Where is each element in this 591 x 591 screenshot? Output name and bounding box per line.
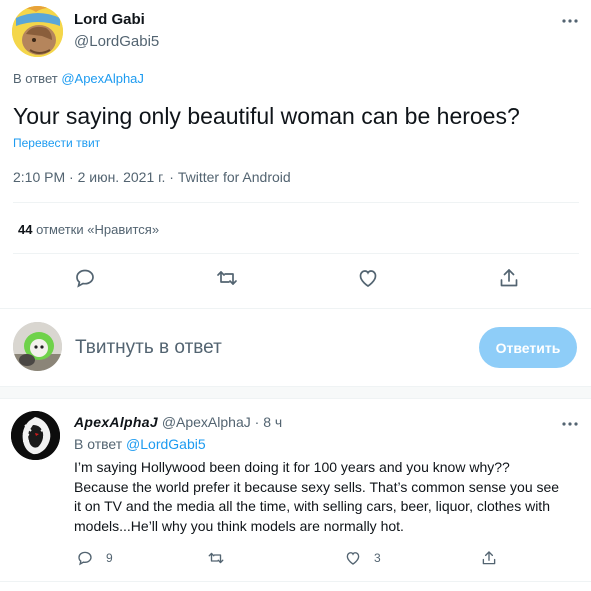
reply-reply-action[interactable]: 9 [76,548,113,568]
reply-time[interactable]: · 8 ч [255,414,283,430]
divider [13,253,579,254]
replying-prefix: В ответ [74,436,123,452]
replying-to-link[interactable]: @LordGabi5 [126,436,206,452]
tweet-text: Your saying only beautiful woman can be … [13,103,520,129]
section-separator [0,386,591,399]
translate-tweet-link[interactable]: Перевести твит [13,136,100,150]
reply-author-avatar[interactable] [11,411,60,460]
retweet-icon [208,552,224,564]
author-handle[interactable]: @LordGabi5 [74,33,159,50]
share-icon [482,551,496,565]
avatar-photo [13,322,62,371]
replying-to: В ответ @ApexAlphaJ [13,71,144,86]
reply-icon [78,551,92,566]
likes-summary[interactable]: 44 отметки «Нравится» [18,222,159,237]
reply-author-handle[interactable]: @ApexAlphaJ [162,414,251,430]
divider [0,581,591,582]
like-heart-icon[interactable] [356,266,380,290]
divider [0,308,591,309]
reply-author-name[interactable]: ApexAlphaJ [74,414,158,430]
reply-like-action[interactable]: 3 [344,548,381,568]
reply-compose-input[interactable]: Твитнуть в ответ [75,337,222,359]
tweet-timestamp[interactable]: 2:10 PM · 2 июн. 2021 г. · Twitter for A… [13,169,291,185]
share-icon[interactable] [497,266,521,290]
likes-count: 44 [18,222,33,237]
reply-header: ApexAlphaJ @ApexAlphaJ · 8 ч [74,414,282,430]
reply-count: 9 [106,551,113,565]
retweet-icon[interactable] [215,266,239,290]
current-user-avatar[interactable] [13,322,62,371]
author-avatar[interactable] [12,6,63,57]
reply-retweet-action[interactable] [207,548,225,568]
replying-to-link[interactable]: @ApexAlphaJ [61,71,144,86]
more-options-icon[interactable] [560,415,580,433]
divider [13,202,579,203]
author-name[interactable]: Lord Gabi [74,11,145,28]
reply-text: I’m saying Hollywood been doing it for 1… [74,459,560,534]
more-options-icon[interactable] [560,12,580,30]
like-heart-icon [346,552,360,565]
lion-logo-image [11,411,60,460]
reply-submit-button[interactable]: Ответить [479,327,577,368]
avatar-illustration [12,6,63,57]
likes-label: отметки «Нравится» [36,222,160,237]
like-count: 3 [374,551,381,565]
replying-prefix: В ответ [13,71,58,86]
reply-share-action[interactable] [480,548,498,568]
reply-icon[interactable] [73,266,97,290]
reply-replying-to: В ответ @LordGabi5 [74,436,206,452]
